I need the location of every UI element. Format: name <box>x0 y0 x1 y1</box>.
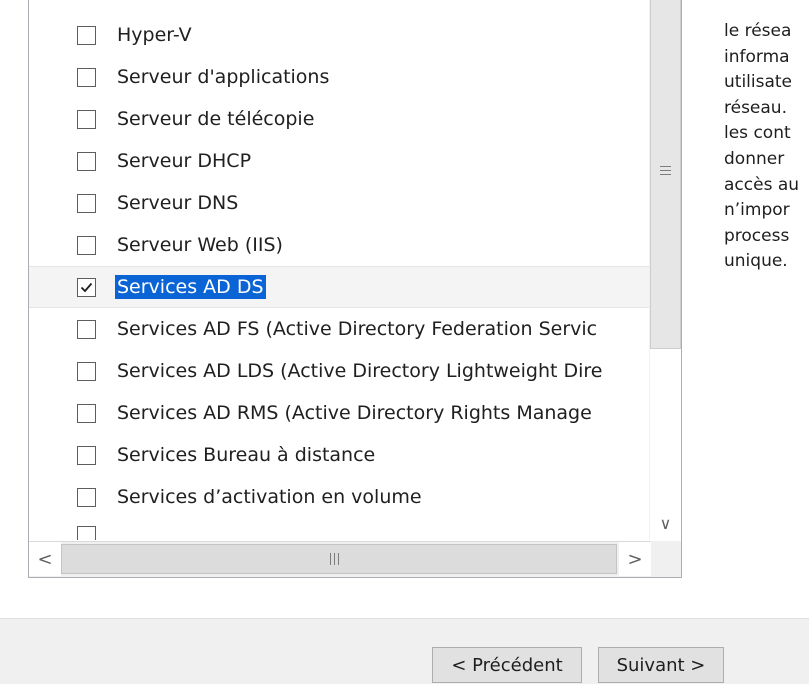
role-checkbox[interactable] <box>77 193 96 213</box>
role-item-application-server[interactable]: Serveur d'applications <box>29 56 649 98</box>
description-line: informa <box>724 46 790 67</box>
role-selection-panel: Hyper-V Serveur d'applications Serveur d… <box>0 0 809 618</box>
role-item-web-server[interactable]: Serveur Web (IIS) <box>29 224 649 266</box>
description-line: les cont <box>724 123 791 144</box>
wizard-footer: < Précédent Suivant > <box>0 618 809 684</box>
role-item-fax-server[interactable]: Serveur de télécopie <box>29 98 649 140</box>
role-checkbox[interactable] <box>77 151 96 171</box>
role-checkbox[interactable] <box>77 235 96 255</box>
role-checkbox[interactable] <box>77 403 96 423</box>
scrollbar-corner <box>651 541 681 577</box>
role-checkbox[interactable] <box>77 361 96 381</box>
role-description: le résea informa utilisate réseau. les c… <box>724 19 809 275</box>
description-line: le résea <box>724 21 792 41</box>
scroll-down-button[interactable]: ∨ <box>650 509 681 537</box>
role-checkbox[interactable] <box>77 526 96 540</box>
description-line: donner <box>724 148 785 169</box>
description-line: utilisate <box>724 72 793 93</box>
description-line: n’impor <box>724 200 790 221</box>
role-checkbox-checked[interactable] <box>77 277 96 297</box>
role-label: Services AD LDS (Active Directory Lightw… <box>117 360 603 382</box>
role-checkbox[interactable] <box>77 25 96 45</box>
description-line: réseau. <box>724 97 787 118</box>
role-checkbox[interactable] <box>77 67 96 87</box>
role-label-selected: Services AD DS <box>115 275 266 299</box>
description-line: accès au <box>724 174 800 195</box>
role-checkbox[interactable] <box>77 319 96 339</box>
role-label: Hyper-V <box>117 24 192 46</box>
role-label: Serveur DHCP <box>117 150 252 172</box>
role-item-ad-fs[interactable]: Services AD FS (Active Directory Federat… <box>29 308 649 350</box>
horizontal-scrollbar[interactable]: < > <box>29 541 681 577</box>
role-label: Services Bureau à distance <box>117 444 376 466</box>
scroll-left-button[interactable]: < <box>29 542 61 576</box>
role-label: Serveur Web (IIS) <box>117 234 283 256</box>
role-item-dhcp-server[interactable]: Serveur DHCP <box>29 140 649 182</box>
role-item-ad-ds[interactable]: Services AD DS <box>29 266 649 308</box>
role-item-remote-desktop[interactable]: Services Bureau à distance <box>29 434 649 476</box>
grip-icon <box>330 553 339 565</box>
description-line: process <box>724 225 790 246</box>
previous-button[interactable]: < Précédent <box>432 647 582 683</box>
role-label: Services AD FS (Active Directory Federat… <box>117 318 598 340</box>
checkmark-icon <box>80 282 93 292</box>
role-item-ad-lds[interactable]: Services AD LDS (Active Directory Lightw… <box>29 350 649 392</box>
role-label: Serveur DNS <box>117 192 239 214</box>
role-item-hyper-v[interactable]: Hyper-V <box>29 14 649 56</box>
vertical-scroll-thumb[interactable] <box>650 0 681 349</box>
role-item-volume-activation[interactable]: Services d’activation en volume <box>29 476 649 518</box>
role-item-partially-visible[interactable] <box>29 526 649 540</box>
role-label: Serveur d'applications <box>117 66 330 88</box>
role-label: Serveur de télécopie <box>117 108 315 130</box>
roles-listbox[interactable]: Hyper-V Serveur d'applications Serveur d… <box>28 0 682 578</box>
scroll-right-button[interactable]: > <box>619 542 651 576</box>
role-label: Services AD RMS (Active Directory Rights… <box>117 402 592 424</box>
role-checkbox[interactable] <box>77 445 96 465</box>
grip-icon <box>660 166 671 178</box>
chevron-left-icon: < <box>37 548 53 570</box>
role-label: Services d’activation en volume <box>117 486 422 508</box>
next-button[interactable]: Suivant > <box>598 647 724 683</box>
roles-list: Hyper-V Serveur d'applications Serveur d… <box>29 0 649 540</box>
role-checkbox[interactable] <box>77 109 96 129</box>
horizontal-scroll-thumb[interactable] <box>61 544 617 574</box>
chevron-down-icon: ∨ <box>659 513 672 533</box>
role-item-ad-rms[interactable]: Services AD RMS (Active Directory Rights… <box>29 392 649 434</box>
role-item-dns-server[interactable]: Serveur DNS <box>29 182 649 224</box>
vertical-scrollbar[interactable]: ∨ <box>649 0 681 540</box>
role-checkbox[interactable] <box>77 487 96 507</box>
description-line: unique. <box>724 251 788 272</box>
chevron-right-icon: > <box>627 548 643 570</box>
